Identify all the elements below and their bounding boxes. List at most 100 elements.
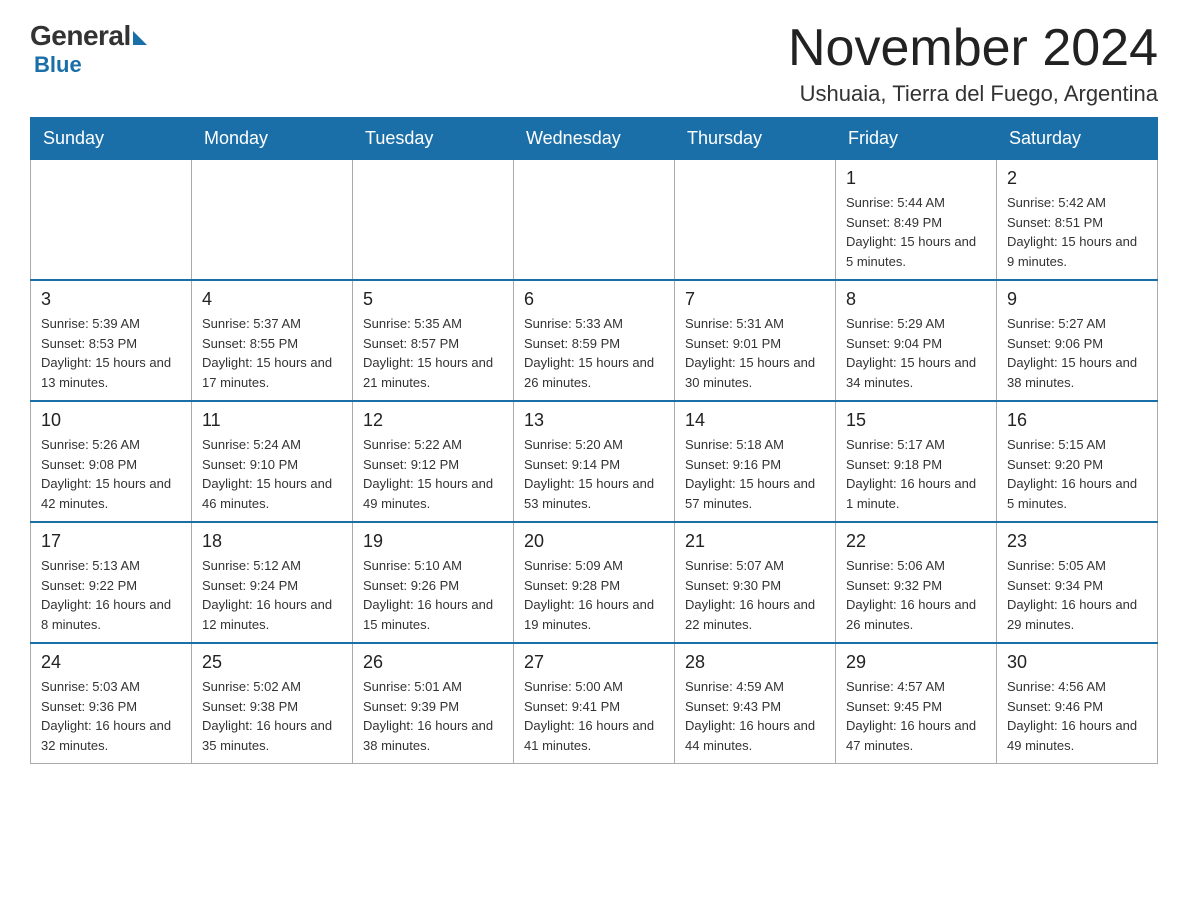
day-number: 6 [524,289,664,310]
table-row [514,160,675,281]
table-row: 23 Sunrise: 5:05 AMSunset: 9:34 PMDayligh… [997,522,1158,643]
table-row [31,160,192,281]
page-header: General Blue November 2024 Ushuaia, Tier… [30,20,1158,107]
day-info: Sunrise: 5:02 AMSunset: 9:38 PMDaylight:… [202,677,342,755]
table-row: 18Sunrise: 5:12 AMSunset: 9:24 PMDayligh… [192,522,353,643]
day-number: 29 [846,652,986,673]
table-row: 8Sunrise: 5:29 AMSunset: 9:04 PMDaylight… [836,280,997,401]
day-info: Sunrise: 5:01 AMSunset: 9:39 PMDaylight:… [363,677,503,755]
table-row: 9 Sunrise: 5:27 AMSunset: 9:06 PMDaylight… [997,280,1158,401]
header-thursday: Thursday [675,118,836,160]
day-info: Sunrise: 5:18 AMSunset: 9:16 PMDaylight:… [685,435,825,513]
day-info: Sunrise: 4:59 AMSunset: 9:43 PMDaylight:… [685,677,825,755]
table-row: 17Sunrise: 5:13 AMSunset: 9:22 PMDayligh… [31,522,192,643]
calendar-table: Sunday Monday Tuesday Wednesday Thursday… [30,117,1158,764]
day-info: Sunrise: 5:37 AMSunset: 8:55 PMDaylight:… [202,314,342,392]
day-info: Sunrise: 5:13 AMSunset: 9:22 PMDaylight:… [41,556,181,634]
calendar-header-row: Sunday Monday Tuesday Wednesday Thursday… [31,118,1158,160]
day-number: 10 [41,410,181,431]
table-row: 29Sunrise: 4:57 AMSunset: 9:45 PMDayligh… [836,643,997,764]
table-row: 21 Sunrise: 5:07 AMSunset: 9:30 PMDayligh… [675,522,836,643]
day-number: 24 [41,652,181,673]
table-row: 14 Sunrise: 5:18 AMSunset: 9:16 PMDayligh… [675,401,836,522]
day-info: Sunrise: 5:05 AMSunset: 9:34 PMDaylight:… [1007,556,1147,634]
table-row: 6 Sunrise: 5:33 AMSunset: 8:59 PMDaylight… [514,280,675,401]
day-info: Sunrise: 5:00 AMSunset: 9:41 PMDaylight:… [524,677,664,755]
header-sunday: Sunday [31,118,192,160]
table-row [353,160,514,281]
calendar-week-row: 3 Sunrise: 5:39 AMSunset: 8:53 PMDaylight… [31,280,1158,401]
table-row: 1 Sunrise: 5:44 AMSunset: 8:49 PMDaylight… [836,160,997,281]
logo-general-text: General [30,20,131,52]
day-number: 3 [41,289,181,310]
day-number: 12 [363,410,503,431]
day-info: Sunrise: 4:56 AMSunset: 9:46 PMDaylight:… [1007,677,1147,755]
table-row: 13 Sunrise: 5:20 AMSunset: 9:14 PMDayligh… [514,401,675,522]
table-row: 22 Sunrise: 5:06 AMSunset: 9:32 PMDayligh… [836,522,997,643]
table-row: 10 Sunrise: 5:26 AMSunset: 9:08 PMDayligh… [31,401,192,522]
header-friday: Friday [836,118,997,160]
day-info: Sunrise: 5:07 AMSunset: 9:30 PMDaylight:… [685,556,825,634]
table-row: 15 Sunrise: 5:17 AMSunset: 9:18 PMDayligh… [836,401,997,522]
day-info: Sunrise: 5:31 AMSunset: 9:01 PMDaylight:… [685,314,825,392]
day-number: 19 [363,531,503,552]
calendar-week-row: 1 Sunrise: 5:44 AMSunset: 8:49 PMDaylight… [31,160,1158,281]
day-number: 30 [1007,652,1147,673]
day-info: Sunrise: 5:09 AMSunset: 9:28 PMDaylight:… [524,556,664,634]
table-row: 26 Sunrise: 5:01 AMSunset: 9:39 PMDayligh… [353,643,514,764]
day-info: Sunrise: 5:03 AMSunset: 9:36 PMDaylight:… [41,677,181,755]
table-row: 4 Sunrise: 5:37 AMSunset: 8:55 PMDaylight… [192,280,353,401]
header-saturday: Saturday [997,118,1158,160]
day-info: Sunrise: 5:17 AMSunset: 9:18 PMDaylight:… [846,435,986,513]
table-row [675,160,836,281]
day-info: Sunrise: 5:44 AMSunset: 8:49 PMDaylight:… [846,193,986,271]
table-row: 11Sunrise: 5:24 AMSunset: 9:10 PMDayligh… [192,401,353,522]
day-info: Sunrise: 5:33 AMSunset: 8:59 PMDaylight:… [524,314,664,392]
day-info: Sunrise: 5:15 AMSunset: 9:20 PMDaylight:… [1007,435,1147,513]
day-number: 25 [202,652,342,673]
table-row: 7Sunrise: 5:31 AMSunset: 9:01 PMDaylight… [675,280,836,401]
day-number: 13 [524,410,664,431]
table-row: 25 Sunrise: 5:02 AMSunset: 9:38 PMDayligh… [192,643,353,764]
day-number: 1 [846,168,986,189]
day-info: Sunrise: 5:22 AMSunset: 9:12 PMDaylight:… [363,435,503,513]
table-row: 30 Sunrise: 4:56 AMSunset: 9:46 PMDayligh… [997,643,1158,764]
table-row: 5Sunrise: 5:35 AMSunset: 8:57 PMDaylight… [353,280,514,401]
table-row: 28 Sunrise: 4:59 AMSunset: 9:43 PMDayligh… [675,643,836,764]
day-number: 20 [524,531,664,552]
day-info: Sunrise: 5:42 AMSunset: 8:51 PMDaylight:… [1007,193,1147,271]
header-tuesday: Tuesday [353,118,514,160]
day-info: Sunrise: 5:39 AMSunset: 8:53 PMDaylight:… [41,314,181,392]
header-wednesday: Wednesday [514,118,675,160]
table-row: 24 Sunrise: 5:03 AMSunset: 9:36 PMDayligh… [31,643,192,764]
day-number: 28 [685,652,825,673]
table-row: 27Sunrise: 5:00 AMSunset: 9:41 PMDayligh… [514,643,675,764]
day-number: 26 [363,652,503,673]
logo: General Blue [30,20,147,78]
day-number: 15 [846,410,986,431]
day-number: 9 [1007,289,1147,310]
day-number: 4 [202,289,342,310]
table-row: 3 Sunrise: 5:39 AMSunset: 8:53 PMDaylight… [31,280,192,401]
calendar-title: November 2024 [788,20,1158,77]
day-number: 14 [685,410,825,431]
day-info: Sunrise: 5:12 AMSunset: 9:24 PMDaylight:… [202,556,342,634]
day-number: 21 [685,531,825,552]
calendar-week-row: 17Sunrise: 5:13 AMSunset: 9:22 PMDayligh… [31,522,1158,643]
day-info: Sunrise: 5:26 AMSunset: 9:08 PMDaylight:… [41,435,181,513]
table-row: 2Sunrise: 5:42 AMSunset: 8:51 PMDaylight… [997,160,1158,281]
calendar-subtitle: Ushuaia, Tierra del Fuego, Argentina [788,81,1158,107]
day-number: 16 [1007,410,1147,431]
logo-blue-text: Blue [34,52,82,78]
day-info: Sunrise: 5:24 AMSunset: 9:10 PMDaylight:… [202,435,342,513]
table-row: 16 Sunrise: 5:15 AMSunset: 9:20 PMDayligh… [997,401,1158,522]
day-number: 23 [1007,531,1147,552]
day-info: Sunrise: 5:10 AMSunset: 9:26 PMDaylight:… [363,556,503,634]
title-section: November 2024 Ushuaia, Tierra del Fuego,… [788,20,1158,107]
day-info: Sunrise: 5:27 AMSunset: 9:06 PMDaylight:… [1007,314,1147,392]
day-number: 22 [846,531,986,552]
calendar-week-row: 24 Sunrise: 5:03 AMSunset: 9:36 PMDayligh… [31,643,1158,764]
day-info: Sunrise: 5:06 AMSunset: 9:32 PMDaylight:… [846,556,986,634]
day-info: Sunrise: 5:20 AMSunset: 9:14 PMDaylight:… [524,435,664,513]
table-row: 12 Sunrise: 5:22 AMSunset: 9:12 PMDayligh… [353,401,514,522]
